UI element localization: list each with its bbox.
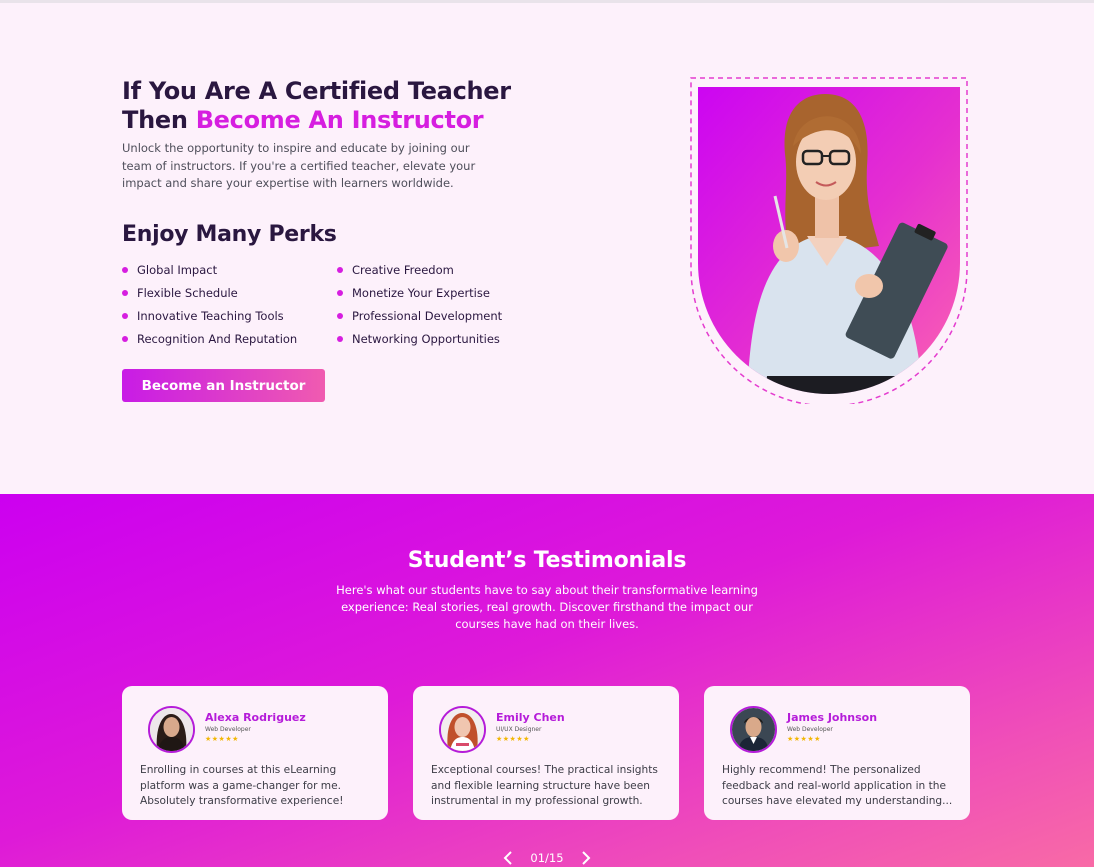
testimonial-text: Enrolling in courses at this eLearning p…	[140, 764, 344, 807]
bullet-dot	[337, 289, 343, 296]
instructor-photo-frame	[689, 76, 969, 404]
bullet-dot	[122, 289, 128, 296]
perk-item: Professional Development	[337, 307, 542, 324]
become-instructor-button[interactable]: Become an Instructor	[122, 369, 325, 402]
bullet-dot	[337, 266, 343, 273]
headline-line-1: If You Are A Certified Teacher	[122, 77, 511, 105]
testimonials-section: Student’s Testimonials Here's what our s…	[0, 494, 1094, 867]
perk-label: Recognition And Reputation	[137, 331, 298, 346]
chevron-right-icon[interactable]	[578, 850, 594, 866]
headline-line-2-prefix: Then	[122, 106, 196, 134]
avatar-image	[732, 708, 775, 751]
pager-count: 01/15	[530, 851, 564, 865]
testimonial-role: Web Developer	[205, 726, 251, 733]
perk-item: Networking Opportunities	[337, 330, 542, 347]
avatar-image	[150, 708, 193, 751]
testimonial-text: Exceptional courses! The practical insig…	[431, 764, 658, 807]
chevron-left-icon[interactable]	[500, 850, 516, 866]
testimonial-name: Emily Chen	[496, 711, 565, 724]
avatar	[730, 706, 777, 753]
perk-label: Professional Development	[352, 308, 503, 323]
instructor-photo	[690, 77, 968, 404]
bullet-dot	[122, 312, 128, 319]
perk-item: Recognition And Reputation	[122, 330, 337, 347]
testimonial-name: James Johnson	[787, 711, 878, 724]
avatar-image	[441, 708, 484, 751]
avatar	[148, 706, 195, 753]
testimonials-subtitle: Here's what our students have to say abo…	[336, 583, 758, 631]
bullet-dot	[122, 266, 128, 273]
testimonial-role: UI/UX Designer	[496, 726, 542, 733]
star-rating: ★★★★★	[205, 735, 239, 743]
perk-item: Creative Freedom	[337, 261, 542, 278]
perk-label: Global Impact	[137, 262, 218, 277]
testimonials-title: Student’s Testimonials	[407, 548, 687, 573]
bullet-dot	[337, 335, 343, 342]
perk-label: Networking Opportunities	[352, 331, 500, 346]
testimonial-card: Emily Chen UI/UX Designer ★★★★★ Exceptio…	[413, 686, 679, 820]
instructor-intro: Unlock the opportunity to inspire and ed…	[122, 141, 476, 190]
perk-label: Monetize Your Expertise	[352, 285, 490, 300]
testimonial-card: James Johnson Web Developer ★★★★★ Highly…	[704, 686, 970, 820]
star-rating: ★★★★★	[496, 735, 530, 743]
perks-title: Enjoy Many Perks	[122, 222, 337, 247]
testimonial-pager: 01/15	[500, 849, 594, 867]
perk-item: Innovative Teaching Tools	[122, 307, 337, 324]
bullet-dot	[122, 335, 128, 342]
star-rating: ★★★★★	[787, 735, 821, 743]
perk-item: Flexible Schedule	[122, 284, 337, 301]
avatar	[439, 706, 486, 753]
become-instructor-section: If You Are A Certified Teacher Then Beco…	[0, 3, 1094, 494]
perk-item: Global Impact	[122, 261, 337, 278]
instructor-headline: If You Are A Certified Teacher Then Beco…	[122, 77, 542, 135]
perk-label: Flexible Schedule	[137, 285, 238, 300]
testimonial-name: Alexa Rodriguez	[205, 711, 306, 724]
testimonial-role: Web Developer	[787, 726, 833, 733]
headline-line-2-accent: Become An Instructor	[195, 106, 484, 134]
perk-label: Creative Freedom	[352, 262, 454, 277]
testimonial-card: Alexa Rodriguez Web Developer ★★★★★ Enro…	[122, 686, 388, 820]
bullet-dot	[337, 312, 343, 319]
perk-label: Innovative Teaching Tools	[137, 308, 284, 323]
perks-list: Global Impact Creative Freedom Flexible …	[122, 261, 542, 347]
testimonial-text: Highly recommend! The personalized feedb…	[722, 764, 953, 807]
perk-item: Monetize Your Expertise	[337, 284, 542, 301]
